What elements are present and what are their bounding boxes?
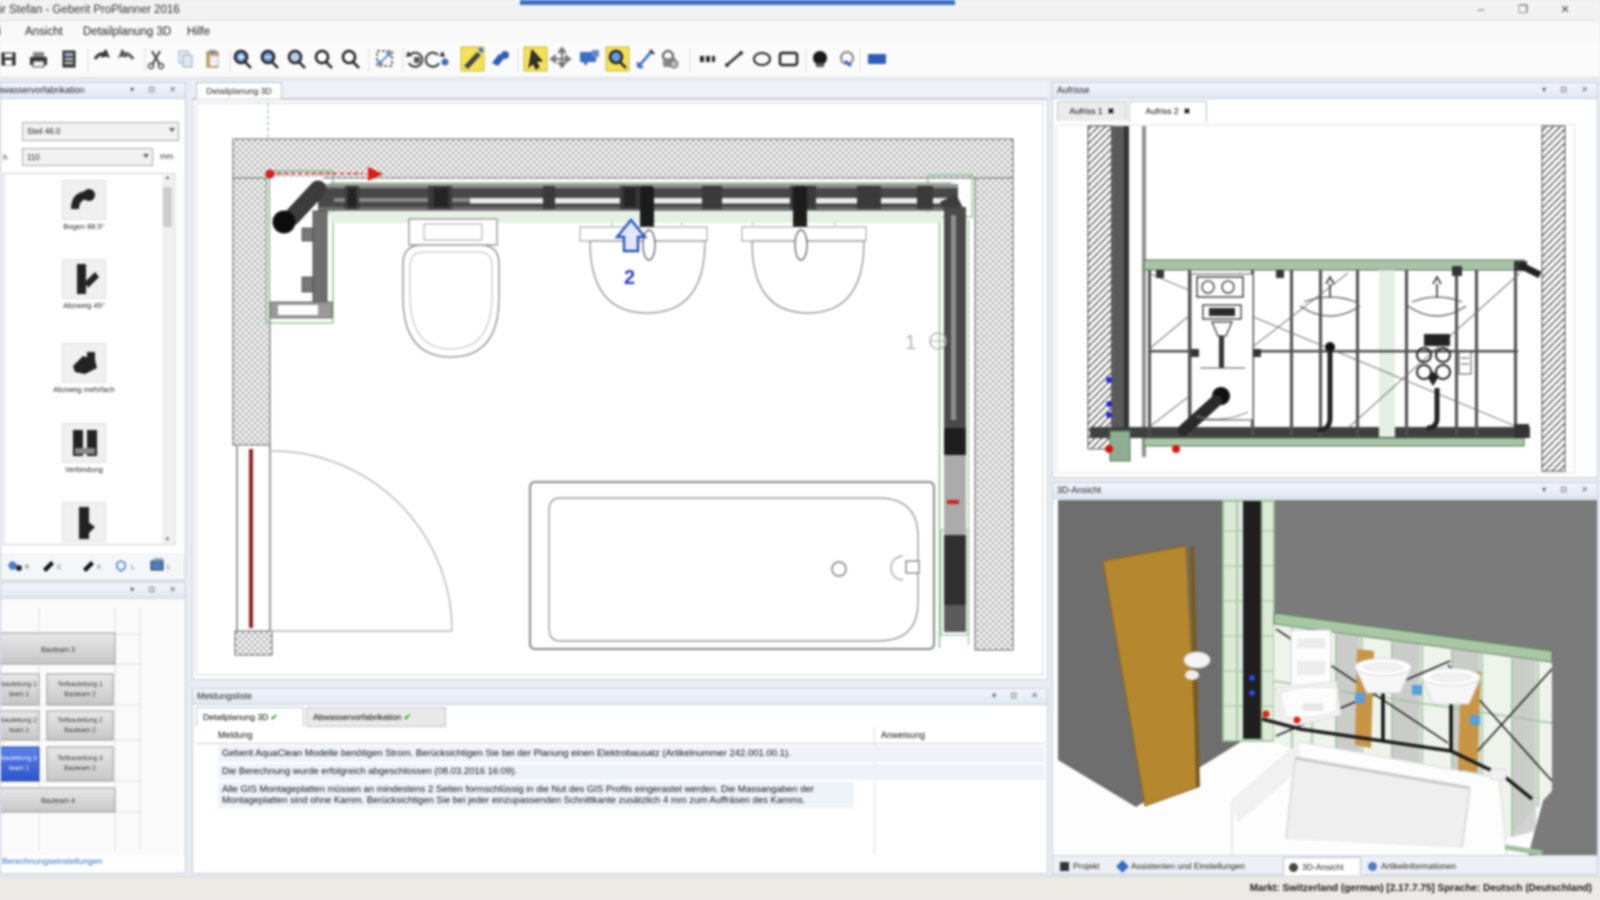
svg-text:bauleitung 1: bauleitung 1 <box>1 681 37 688</box>
svg-text:team 1: team 1 <box>9 727 29 734</box>
svg-text:1: 1 <box>905 332 916 354</box>
svg-text:C: C <box>57 565 62 571</box>
svg-text:Bauteam 2: Bauteam 2 <box>64 765 96 772</box>
svg-text:A: A <box>97 565 101 571</box>
svg-text:bauleitung 3: bauleitung 3 <box>1 755 37 762</box>
svg-text:team 1: team 1 <box>9 691 29 698</box>
svg-text:Teilbauleitung 2: Teilbauleitung 2 <box>57 717 103 724</box>
svg-text:R: R <box>25 565 30 571</box>
svg-text:2: 2 <box>624 267 635 289</box>
svg-text:Bauteam 2: Bauteam 2 <box>64 727 96 734</box>
svg-text:bauleitung 2: bauleitung 2 <box>1 717 37 724</box>
svg-text:Bauteam 2: Bauteam 2 <box>64 691 96 698</box>
svg-text:Teilbauleitung 3: Teilbauleitung 3 <box>57 755 103 762</box>
svg-text:Bauteam 4: Bauteam 4 <box>41 798 75 805</box>
svg-text:Teilbauleitung 1: Teilbauleitung 1 <box>57 681 103 688</box>
svg-text:team 1: team 1 <box>9 765 29 772</box>
svg-text:Bauteam 3: Bauteam 3 <box>41 647 75 654</box>
